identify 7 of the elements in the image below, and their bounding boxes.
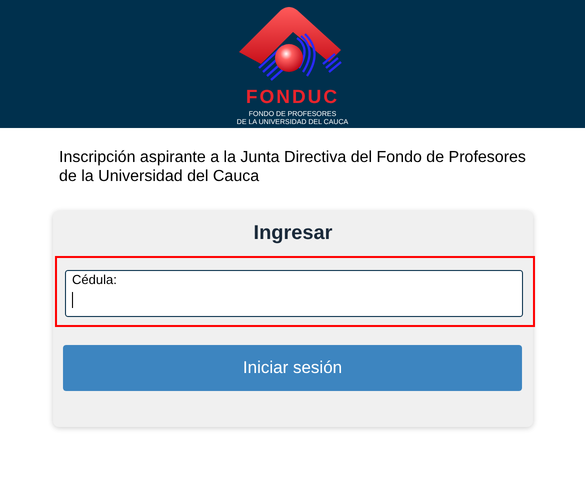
id-number-field[interactable]: Cédula: bbox=[65, 270, 523, 317]
card-title: Ingresar bbox=[252, 221, 334, 245]
login-button[interactable]: Iniciar sesión bbox=[63, 345, 522, 391]
field-label: Cédula: bbox=[72, 272, 117, 288]
logo-name: FONDUC bbox=[246, 88, 340, 108]
intro-text: Inscripción aspirante a la Junta Directiva del Fondo de Profesores de la Universidad del Cauca bbox=[59, 148, 527, 186]
text-cursor bbox=[72, 292, 73, 308]
